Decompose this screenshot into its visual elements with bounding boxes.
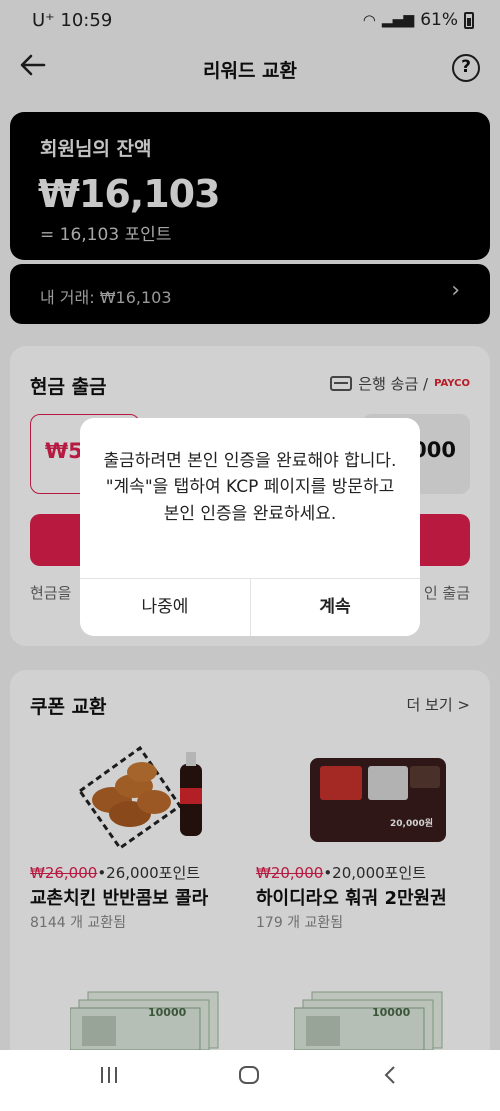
system-nav-bar (0, 1050, 500, 1111)
dialog-message: 출금하려면 본인 인증을 완료해야 합니다. "계속"을 탭하여 KCP 페이지… (103, 451, 397, 524)
home-icon[interactable] (238, 1064, 260, 1092)
later-button[interactable]: 나중에 (80, 578, 250, 636)
continue-button[interactable]: 계속 (250, 578, 420, 636)
back-icon[interactable] (380, 1064, 402, 1092)
recent-apps-icon[interactable] (98, 1064, 120, 1092)
verification-dialog: 출금하려면 본인 인증을 완료해야 합니다. "계속"을 탭하여 KCP 페이지… (80, 418, 420, 636)
